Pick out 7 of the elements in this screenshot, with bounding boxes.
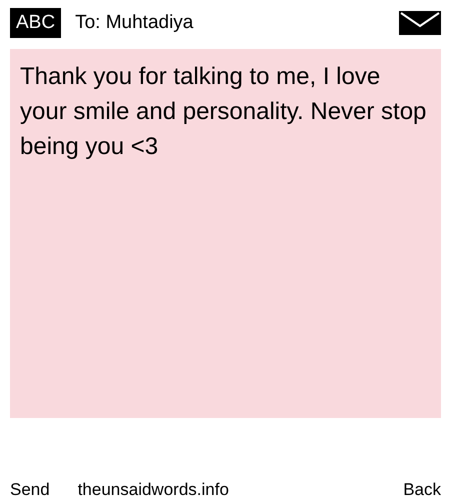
envelope-icon[interactable] xyxy=(399,11,441,36)
send-link[interactable]: Send xyxy=(10,480,50,500)
message-text: Thank you for talking to me, I love your smile and personality. Never stop being you <3 xyxy=(20,62,428,162)
app-badge: ABC xyxy=(10,8,62,38)
recipient-label: To: Muhtadiya xyxy=(75,12,194,34)
website-link[interactable]: theunsaidwords.info xyxy=(78,480,229,500)
back-link[interactable]: Back xyxy=(403,480,441,500)
